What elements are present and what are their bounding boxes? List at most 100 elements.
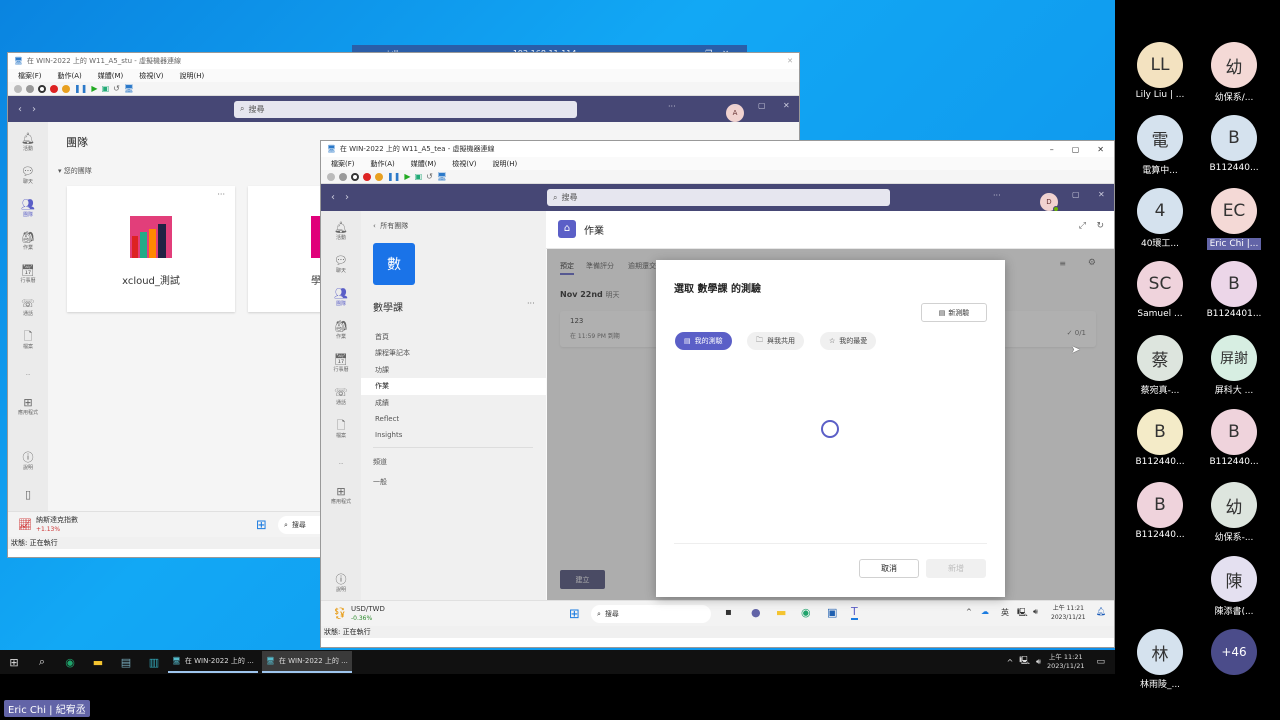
filter-shared-with-me[interactable]: 🗀 與我共用 [747,332,804,350]
rail-activity[interactable]: 🔔︎ 活動 [21,126,35,159]
rail-more[interactable]: ... [339,446,344,479]
pause-icon[interactable]: ❚❚ [74,84,87,93]
windows-start-icon[interactable]: ⊞ [256,518,267,533]
rail-assignments[interactable]: 🎒︎ 作業 [334,314,348,347]
rail-apps[interactable]: ⊞ 應用程式 [18,390,38,423]
enhanced-session-icon[interactable]: 🖥 [437,172,447,181]
new-quiz-button[interactable]: ▤ 新測驗 [921,303,987,322]
taskbar-search[interactable]: ⌕ 搜尋 [591,605,711,623]
ctrl-alt-del-icon[interactable] [14,84,22,93]
participant-tile[interactable]: 電電算中... [1120,115,1200,176]
rail-teams[interactable]: 👥︎ 團隊 [21,192,35,225]
rail-calls[interactable]: ☏ 通話 [334,380,348,413]
rail-more[interactable]: ... [26,357,31,390]
participant-tile[interactable]: EC Eric Chi |... [1194,188,1274,250]
more-icon[interactable]: ··· [668,102,676,111]
add-button[interactable]: 新增 [926,559,986,578]
edge-icon[interactable]: ◉ [801,606,811,619]
menu-help[interactable]: 說明(H) [180,71,205,81]
hyperv-manager-icon[interactable]: ▥ [140,650,168,674]
search-input[interactable]: ⌕ 搜尋 [547,189,890,206]
menu-action[interactable]: 動作(A) [371,159,395,169]
edge-icon[interactable]: ◉ [56,650,84,674]
show-hidden-icons[interactable]: ^ [1007,658,1014,667]
volume-icon[interactable]: 🔊︎ [1033,607,1038,617]
save-icon[interactable] [375,172,383,181]
team-card[interactable]: 學 [248,186,328,312]
windows-start-icon[interactable]: ⊞ [569,607,580,622]
enhanced-session-icon[interactable]: 🖥 [124,84,134,93]
menu-media[interactable]: 媒體(M) [411,159,437,169]
turnoff-icon[interactable] [38,84,46,93]
currency-widget[interactable]: USD/TWD -0.36% [351,605,385,623]
save-icon[interactable] [62,84,70,93]
rail-calls[interactable]: ☏ 通話 [21,291,35,324]
store-icon[interactable]: ▣ [827,606,837,619]
menu-file[interactable]: 檔案(F) [18,71,42,81]
search-icon[interactable]: ⌕ [28,650,56,674]
server-manager-icon[interactable]: ▤ [112,650,140,674]
rail-help[interactable]: ⓘ 說明 [336,567,347,600]
filter-my-quizzes[interactable]: ▤ 我的測驗 [675,332,732,350]
network-icon[interactable]: 🖳 [1017,607,1028,621]
close-icon[interactable]: ✕ [1098,190,1105,199]
participant-tile[interactable]: SC Samuel ... [1120,261,1200,319]
action-center-icon[interactable]: ▭ [1096,657,1105,667]
refresh-icon[interactable]: ↻ [1096,221,1104,231]
pause-icon[interactable]: ❚❚ [387,172,400,181]
notification-bell-icon[interactable]: 🔔︎ [1096,607,1106,616]
minimize-icon[interactable]: – [733,101,737,110]
maximize-icon[interactable]: ▢ [1072,145,1080,154]
participant-tile[interactable]: B B1124401... [1194,261,1274,319]
task-view-icon[interactable]: ▪ [725,607,732,618]
back-icon[interactable]: ‹ [18,104,22,115]
rail-calendar[interactable]: 📅︎ 行事曆 [333,347,348,380]
section-your-teams[interactable]: ▾ 您的團隊 [58,166,92,176]
nav-home[interactable]: 首頁 [361,329,546,345]
checkpoint-icon[interactable]: ▣ [415,172,423,181]
participant-tile[interactable]: B B112440... [1120,409,1200,467]
nav-class-notebook[interactable]: 課程筆記本 [361,345,546,361]
participant-tile[interactable]: 幼幼保系/... [1194,42,1274,103]
forward-icon[interactable]: › [345,192,349,203]
file-explorer-icon[interactable]: ▬ [776,606,786,619]
more-participants-button[interactable]: +46 [1194,629,1274,675]
participant-tile[interactable]: 陳陳添書(... [1194,556,1274,617]
nav-homework[interactable]: 功課 [361,362,546,378]
menu-view[interactable]: 檢視(V) [452,159,476,169]
rail-files[interactable]: 🗋 檔案 [336,413,346,446]
nav-reflect[interactable]: Reflect [361,411,546,427]
checkpoint-icon[interactable]: ▣ [102,84,110,93]
participant-tile[interactable]: LL Lily Liu | ... [1120,42,1200,100]
rail-chat[interactable]: 💬︎ 聊天 [21,159,35,192]
rail-teams[interactable]: 👥︎ 團隊 [334,281,348,314]
shutdown-icon[interactable] [50,84,58,93]
nav-assignments[interactable]: 作業 [361,378,546,395]
expand-icon[interactable]: ⤢ [1079,221,1086,231]
rail-calendar[interactable]: 📅︎ 行事曆 [20,258,35,291]
teams-app-icon[interactable]: T [851,605,858,620]
minimize-icon[interactable]: – [1050,145,1054,154]
more-icon[interactable]: ··· [527,299,535,308]
minimize-icon[interactable]: – [1047,190,1051,199]
rail-files[interactable]: 🗋 檔案 [23,324,33,357]
close-icon[interactable]: ✕ [783,101,790,110]
cancel-button[interactable]: 取消 [859,559,919,578]
participant-tile[interactable]: 蔡蔡宛真-... [1120,335,1200,396]
maximize-icon[interactable]: ▢ [1072,190,1080,199]
close-icon[interactable]: ✕ [1097,145,1104,154]
stock-widget[interactable]: 納斯達克指數 +1.13% [36,516,78,534]
filter-favorites[interactable]: ☆ 我的最愛 [820,332,877,350]
system-clock[interactable]: 上午 11:21 2023/11/21 [1051,604,1086,622]
menu-file[interactable]: 檔案(F) [331,159,355,169]
start-icon[interactable] [339,172,347,181]
participant-tile[interactable]: 屏謝 屏科大 ... [1194,335,1274,396]
more-icon[interactable]: ··· [217,190,225,199]
resume-icon[interactable]: ▶ [404,172,410,181]
chat-app-icon[interactable]: ● [751,606,761,619]
file-explorer-icon[interactable]: ▬ [84,650,112,674]
participant-tile[interactable]: 幼幼保系-... [1194,482,1274,543]
turnoff-icon[interactable] [351,172,359,181]
participant-tile[interactable]: 林林雨陵_... [1120,629,1200,690]
start-icon[interactable] [26,84,34,93]
